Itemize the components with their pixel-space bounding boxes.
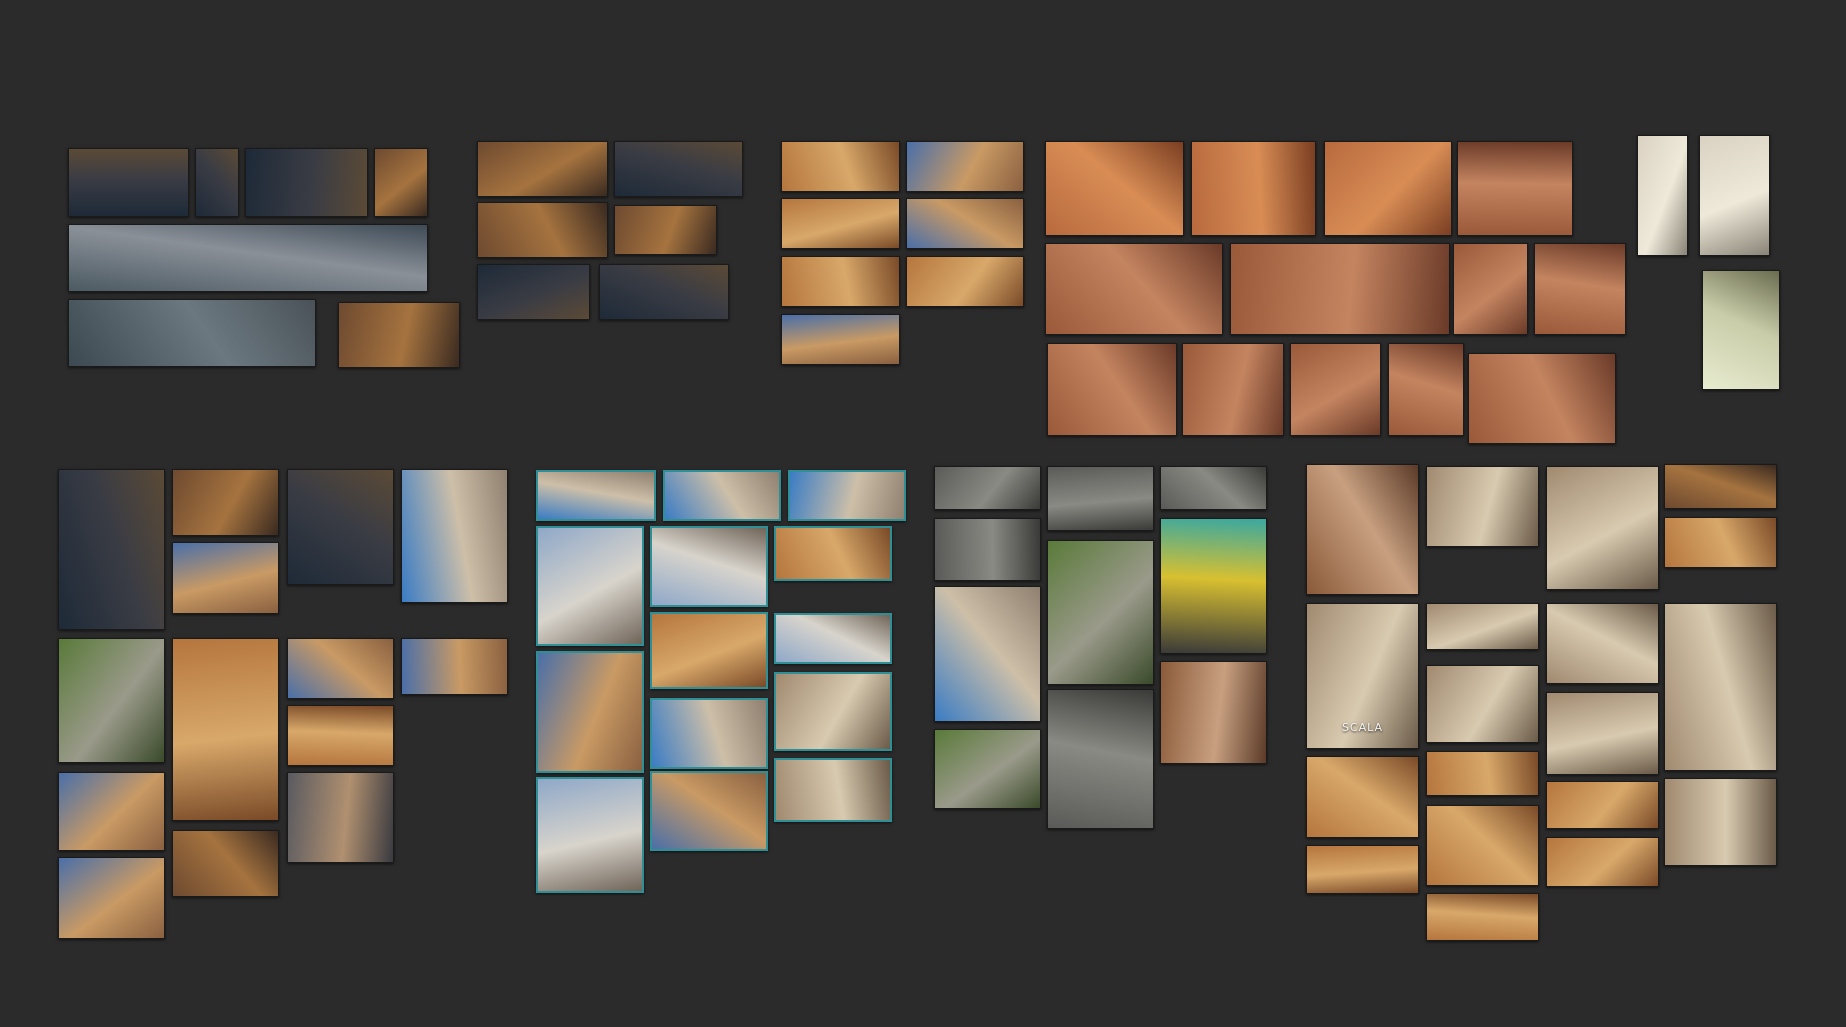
reference-image-thumbnail[interactable] — [58, 772, 165, 851]
reference-image-thumbnail[interactable] — [1306, 756, 1419, 838]
reference-image-thumbnail[interactable] — [1047, 540, 1154, 685]
reference-image-thumbnail[interactable] — [781, 198, 900, 249]
reference-image-thumbnail[interactable] — [1306, 464, 1419, 595]
reference-image-thumbnail[interactable] — [1664, 778, 1777, 866]
reference-image-thumbnail[interactable] — [401, 469, 508, 603]
reference-image-thumbnail[interactable] — [1702, 270, 1780, 390]
reference-image-thumbnail[interactable] — [781, 141, 900, 192]
reference-image-thumbnail[interactable] — [934, 729, 1041, 809]
reference-image-thumbnail[interactable] — [650, 698, 768, 769]
reference-image-thumbnail[interactable] — [477, 141, 608, 197]
reference-image-thumbnail[interactable] — [650, 771, 768, 851]
reference-image-thumbnail[interactable] — [1047, 343, 1177, 436]
reference-image-thumbnail[interactable] — [68, 224, 428, 292]
reference-image-thumbnail[interactable] — [1388, 343, 1464, 436]
reference-image-thumbnail[interactable] — [934, 466, 1041, 510]
reference-image-thumbnail[interactable] — [58, 469, 165, 630]
reference-image-thumbnail[interactable] — [906, 198, 1024, 249]
reference-image-thumbnail[interactable] — [906, 256, 1024, 307]
reference-image-thumbnail[interactable] — [1426, 665, 1539, 743]
reference-image-thumbnail[interactable] — [1324, 141, 1452, 236]
reference-image-thumbnail[interactable] — [1290, 343, 1381, 436]
reference-image-thumbnail[interactable] — [1047, 689, 1154, 829]
reference-image-thumbnail[interactable] — [172, 638, 279, 821]
reference-image-thumbnail[interactable] — [1426, 466, 1539, 547]
reference-image-thumbnail[interactable] — [536, 777, 644, 893]
reference-image-thumbnail[interactable] — [650, 526, 768, 607]
reference-image-thumbnail[interactable] — [1457, 141, 1573, 236]
reference-image-thumbnail[interactable] — [774, 672, 892, 751]
reference-board-canvas[interactable]: SCALA — [0, 0, 1846, 1027]
reference-image-thumbnail[interactable] — [1534, 243, 1626, 335]
reference-image-thumbnail[interactable] — [781, 314, 900, 365]
reference-image-thumbnail[interactable] — [1426, 751, 1539, 796]
reference-image-thumbnail[interactable] — [599, 264, 729, 320]
reference-image-thumbnail[interactable] — [1047, 466, 1154, 531]
reference-image-thumbnail[interactable] — [1160, 661, 1267, 764]
reference-image-thumbnail[interactable] — [906, 141, 1024, 192]
reference-image-thumbnail[interactable] — [58, 857, 165, 939]
reference-image-thumbnail[interactable] — [287, 469, 394, 585]
reference-image-thumbnail[interactable] — [245, 148, 368, 217]
reference-image-thumbnail[interactable] — [774, 613, 892, 664]
reference-image-thumbnail[interactable]: SCALA — [1306, 603, 1419, 749]
reference-image-thumbnail[interactable] — [774, 526, 892, 581]
reference-image-thumbnail[interactable] — [401, 638, 508, 695]
reference-image-thumbnail[interactable] — [287, 772, 394, 863]
reference-image-thumbnail[interactable] — [1426, 893, 1539, 941]
reference-image-thumbnail[interactable] — [1426, 805, 1539, 886]
reference-image-thumbnail[interactable] — [338, 302, 460, 368]
reference-image-thumbnail[interactable] — [1468, 353, 1616, 444]
reference-image-thumbnail[interactable] — [934, 518, 1041, 581]
reference-image-thumbnail[interactable] — [614, 141, 743, 197]
reference-image-thumbnail[interactable] — [1045, 141, 1184, 236]
reference-image-thumbnail[interactable] — [1546, 466, 1659, 590]
reference-image-thumbnail[interactable] — [1453, 243, 1528, 335]
reference-image-thumbnail[interactable] — [774, 758, 892, 822]
reference-image-thumbnail[interactable] — [1191, 141, 1316, 236]
reference-image-thumbnail[interactable] — [536, 470, 656, 521]
reference-image-thumbnail[interactable] — [1699, 135, 1770, 256]
reference-image-thumbnail[interactable] — [788, 470, 906, 521]
reference-image-thumbnail[interactable] — [68, 148, 189, 217]
reference-image-thumbnail[interactable] — [172, 469, 279, 536]
reference-image-thumbnail[interactable] — [195, 148, 239, 217]
reference-image-thumbnail[interactable] — [172, 830, 279, 897]
reference-image-thumbnail[interactable] — [1546, 692, 1659, 775]
reference-image-thumbnail[interactable] — [1230, 243, 1450, 335]
reference-image-thumbnail[interactable] — [1637, 135, 1688, 256]
reference-image-thumbnail[interactable] — [663, 470, 781, 521]
reference-image-thumbnail[interactable] — [650, 612, 768, 689]
reference-image-thumbnail[interactable] — [1160, 518, 1267, 654]
reference-image-thumbnail[interactable] — [374, 148, 428, 217]
reference-image-thumbnail[interactable] — [1546, 603, 1659, 684]
image-caption: SCALA — [1341, 721, 1384, 734]
reference-image-thumbnail[interactable] — [1045, 243, 1223, 335]
reference-image-thumbnail[interactable] — [1160, 466, 1267, 510]
reference-image-thumbnail[interactable] — [536, 526, 644, 646]
reference-image-thumbnail[interactable] — [1306, 845, 1419, 894]
reference-image-thumbnail[interactable] — [477, 202, 608, 258]
reference-image-thumbnail[interactable] — [68, 299, 316, 367]
reference-image-thumbnail[interactable] — [781, 256, 900, 307]
reference-image-thumbnail[interactable] — [1546, 837, 1659, 887]
reference-image-thumbnail[interactable] — [1664, 517, 1777, 568]
reference-image-thumbnail[interactable] — [58, 638, 165, 763]
reference-image-thumbnail[interactable] — [287, 638, 394, 699]
reference-image-thumbnail[interactable] — [1664, 464, 1777, 509]
reference-image-thumbnail[interactable] — [536, 651, 644, 773]
reference-image-thumbnail[interactable] — [1426, 603, 1539, 650]
reference-image-thumbnail[interactable] — [172, 542, 279, 614]
reference-image-thumbnail[interactable] — [287, 705, 394, 766]
reference-image-thumbnail[interactable] — [934, 586, 1041, 722]
reference-image-thumbnail[interactable] — [1664, 603, 1777, 771]
reference-image-thumbnail[interactable] — [1182, 343, 1284, 436]
reference-image-thumbnail[interactable] — [477, 264, 590, 320]
reference-image-thumbnail[interactable] — [614, 205, 717, 255]
reference-image-thumbnail[interactable] — [1546, 781, 1659, 829]
